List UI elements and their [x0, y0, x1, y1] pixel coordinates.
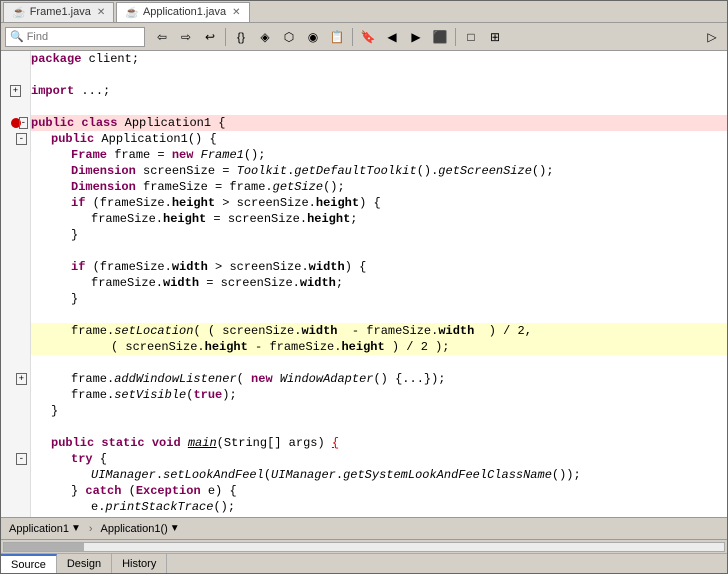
tab-app1-label: Application1.java [143, 6, 226, 18]
code-line-error: public class Application1 { [31, 115, 727, 131]
java-icon: ☕ [12, 6, 26, 19]
code-line: if (frameSize.width > screenSize.width) … [31, 259, 727, 275]
nav-method[interactable]: Application1() ▼ [95, 520, 186, 538]
code-line: Dimension frameSize = frame.getSize(); [31, 179, 727, 195]
nav-bar: Application1 ▼ › Application1() ▼ [1, 517, 727, 539]
toolbar-btn-right[interactable]: ▷ [701, 27, 723, 47]
java-icon-2: ☕ [125, 6, 139, 19]
tab-frame1-close[interactable]: ✕ [97, 7, 105, 18]
tab-source-label: Source [11, 559, 46, 571]
code-line: frame.setVisible(true); [31, 387, 727, 403]
search-icon: 🔍 [10, 30, 24, 44]
code-line: } [31, 291, 727, 307]
nav-class[interactable]: Application1 ▼ [3, 520, 87, 538]
nav-sep: › [89, 523, 93, 535]
toolbar-btn-5[interactable]: ◈ [254, 27, 276, 47]
tab-design[interactable]: Design [57, 554, 112, 574]
fold-import[interactable]: + [10, 85, 21, 97]
code-line-highlight: frame.setLocation( ( screenSize.width - … [31, 323, 727, 339]
code-line: UIManager.setLookAndFeel(UIManager.getSy… [31, 467, 727, 483]
code-line [31, 419, 727, 435]
toolbar-btn-1[interactable]: ⇦ [151, 27, 173, 47]
fold-constructor[interactable]: - [16, 133, 27, 145]
code-line [31, 243, 727, 259]
code-line: frameSize.height = screenSize.height; [31, 211, 727, 227]
code-line: frame.addWindowListener( new WindowAdapt… [31, 371, 727, 387]
code-line [31, 307, 727, 323]
toolbar-btn-11[interactable]: ▶ [405, 27, 427, 47]
code-line: public static void main(String[] args) { [31, 435, 727, 451]
code-line: Frame frame = new Frame1(); [31, 147, 727, 163]
toolbar-btn-6[interactable]: ⬡ [278, 27, 300, 47]
toolbar-btn-13[interactable]: □ [460, 27, 482, 47]
code-line: if (frameSize.height > screenSize.height… [31, 195, 727, 211]
code-line: } catch (Exception e) { [31, 483, 727, 499]
toolbar-btn-14[interactable]: ⊞ [484, 27, 506, 47]
fold-window-listener[interactable]: + [16, 373, 27, 385]
code-line: package client; [31, 51, 727, 67]
search-box[interactable]: 🔍 [5, 27, 145, 47]
tab-source[interactable]: Source [1, 554, 57, 574]
toolbar-btn-10[interactable]: ◀ [381, 27, 403, 47]
sep-3 [455, 28, 456, 46]
code-line [31, 355, 727, 371]
code-line: } [31, 403, 727, 419]
scrollbar-track[interactable] [3, 542, 725, 552]
code-content[interactable]: package client; import ...; public class… [31, 51, 727, 517]
code-line-highlight: ( screenSize.height - frameSize.height )… [31, 339, 727, 355]
code-line: try { [31, 451, 727, 467]
nav-class-dropdown[interactable]: ▼ [71, 523, 81, 534]
code-line: Dimension screenSize = Toolkit.getDefaul… [31, 163, 727, 179]
search-input[interactable] [27, 31, 137, 43]
code-line [31, 99, 727, 115]
nav-method-label: Application1() [101, 523, 168, 535]
nav-class-label: Application1 [9, 523, 69, 535]
toolbar-btn-9[interactable]: 🔖 [357, 27, 379, 47]
sep-2 [352, 28, 353, 46]
toolbar: 🔍 ⇦ ⇨ ↩ {} ◈ ⬡ ◉ 📋 🔖 ◀ ▶ ⬛ □ ⊞ ▷ [1, 23, 727, 51]
horizontal-scrollbar[interactable] [1, 539, 727, 553]
fold-main[interactable]: - [16, 453, 27, 465]
toolbar-btn-12[interactable]: ⬛ [429, 27, 451, 47]
tab-app1[interactable]: ☕ Application1.java ✕ [116, 2, 249, 22]
code-line: frameSize.width = screenSize.width; [31, 275, 727, 291]
toolbar-btn-2[interactable]: ⇨ [175, 27, 197, 47]
fold-class[interactable]: - [19, 117, 28, 129]
nav-method-dropdown[interactable]: ▼ [170, 523, 180, 534]
code-line [31, 67, 727, 83]
code-line: import ...; [31, 83, 727, 99]
tab-history-label: History [122, 558, 156, 570]
code-line: public Application1() { [31, 131, 727, 147]
gutter: + - - + [1, 51, 31, 517]
tab-app1-close[interactable]: ✕ [232, 7, 240, 18]
code-line: e.printStackTrace(); [31, 499, 727, 515]
tab-design-label: Design [67, 558, 101, 570]
scrollbar-thumb[interactable] [4, 543, 84, 551]
toolbar-btn-7[interactable]: ◉ [302, 27, 324, 47]
tab-frame1-label: Frame1.java [30, 6, 91, 18]
bottom-tab-bar: Source Design History [1, 553, 727, 573]
code-line: } [31, 227, 727, 243]
toolbar-btn-4[interactable]: {} [230, 27, 252, 47]
tab-frame1[interactable]: ☕ Frame1.java ✕ [3, 2, 114, 22]
toolbar-btn-8[interactable]: 📋 [326, 27, 348, 47]
editor-area: + - - + [1, 51, 727, 517]
sep-1 [225, 28, 226, 46]
tab-history[interactable]: History [112, 554, 167, 574]
toolbar-btn-3[interactable]: ↩ [199, 27, 221, 47]
tab-bar: ☕ Frame1.java ✕ ☕ Application1.java ✕ [1, 1, 727, 23]
